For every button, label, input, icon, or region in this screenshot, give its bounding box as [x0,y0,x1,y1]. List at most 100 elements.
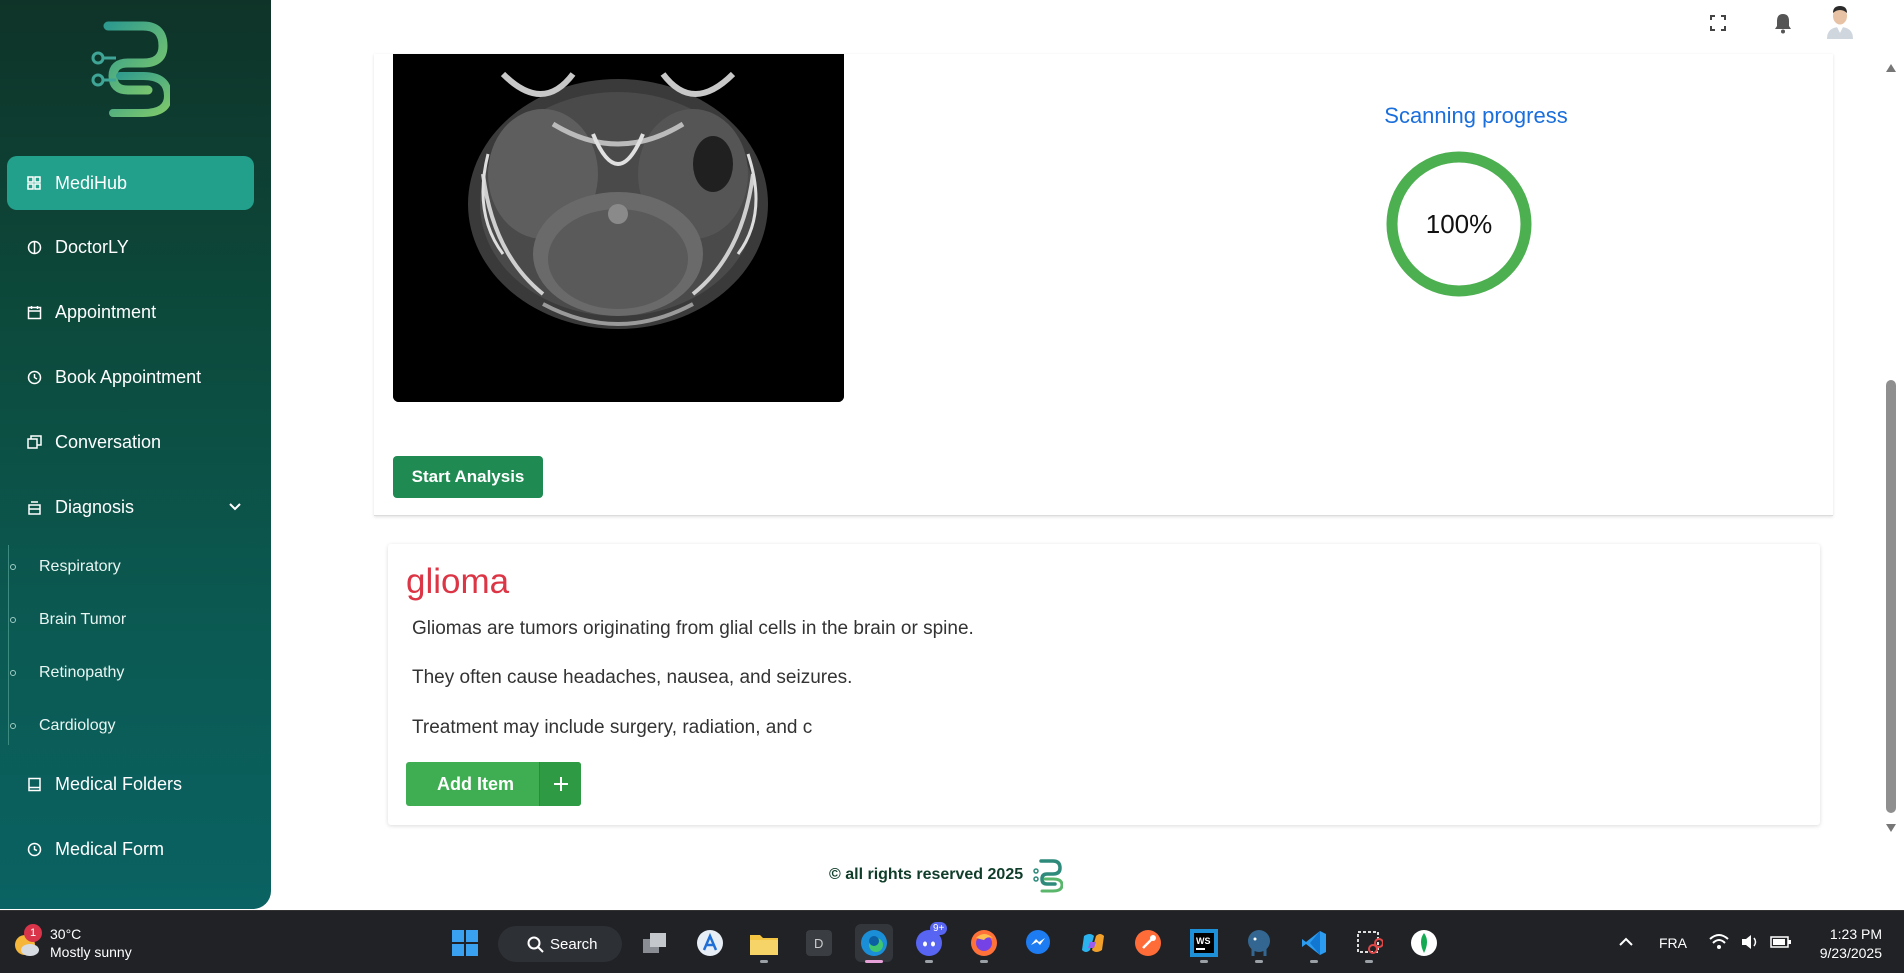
progress-value: 100% [1425,208,1493,239]
postman-icon[interactable] [1129,924,1167,962]
sidebar-subitem-label: Respiratory [39,558,121,575]
sidebar-item-diagnosis[interactable]: Diagnosis [7,480,254,534]
clock-icon [25,368,43,386]
sidebar-item-medihub[interactable]: MediHub [7,156,254,210]
language-indicator[interactable]: FRA [1659,935,1687,951]
sidebar-item-label: Appointment [55,301,157,322]
mri-image [393,54,844,402]
sidebar-item-label: Diagnosis [55,496,135,517]
volume-icon[interactable] [1740,933,1760,951]
running-indicator [1365,960,1373,963]
postgresql-icon[interactable] [1240,924,1278,963]
chat-icon [25,433,43,451]
brain-icon [25,238,43,256]
sidebar-item-medical-form[interactable]: Medical Form [7,822,254,876]
plus-icon [539,762,581,806]
bullet-icon [10,564,16,570]
snipping-tool-icon[interactable] [1350,924,1388,963]
app-logo [91,21,170,117]
scroll-thumb[interactable] [1886,380,1896,813]
taskbar-search[interactable]: Search [498,926,622,962]
search-icon [527,936,544,953]
taskbar: 1 30°C Mostly sunny Search D 9+ WS FRA 1… [0,910,1904,973]
start-button[interactable] [446,924,484,962]
sidebar-item-book-appointment[interactable]: Book Appointment [7,350,254,404]
clock[interactable]: 1:23 PM 9/23/2025 [1800,925,1882,963]
weather-temp: 30°C [50,926,82,942]
search-label: Search [550,935,598,953]
chevron-up-icon[interactable] [1618,935,1634,949]
add-item-label: Add Item [436,773,514,794]
weather-widget[interactable]: 1 30°C Mostly sunny [12,924,132,961]
sidebar-subitem-respiratory[interactable]: Respiratory [7,547,247,587]
top-bar [271,0,1904,54]
dev-app-icon[interactable]: D [800,924,838,962]
diagnosis-line: Gliomas are tumors originating from glia… [412,618,974,639]
sidebar: MediHub DoctorLY Appointment Book Appoin… [0,0,271,909]
sidebar-subitem-cardiology[interactable]: Cardiology [7,706,247,746]
file-explorer-icon[interactable] [745,924,783,963]
calendar-icon [25,303,43,321]
grid-icon [25,174,43,192]
sun-icon: 1 [12,924,42,958]
sidebar-item-label: Medical Form [55,838,165,859]
sidebar-subitem-brain-tumor[interactable]: Brain Tumor [7,600,247,640]
diagnosis-title: glioma [406,562,510,601]
webstorm-icon[interactable]: WS [1185,924,1223,963]
running-indicator [760,960,768,963]
sidebar-subitem-label: Brain Tumor [39,611,127,628]
svg-text:D: D [814,936,823,951]
scroll-down-icon[interactable] [1885,823,1897,833]
messenger-icon[interactable] [1019,924,1057,962]
bullet-icon [10,670,16,676]
sidebar-item-medical-folders[interactable]: Medical Folders [7,757,254,811]
bullet-icon [10,723,16,729]
footer: © all rights reserved 2025 [829,857,1064,893]
start-analysis-button[interactable]: Start Analysis [393,456,543,498]
sidebar-item-label: DoctorLY [55,236,129,257]
task-view-icon[interactable] [636,924,674,962]
running-indicator [1200,960,1208,963]
discord-icon[interactable]: 9+ [910,922,948,963]
add-item-button[interactable]: Add Item [406,762,581,806]
mongodb-icon[interactable] [1405,924,1443,962]
diagnosis-line: Treatment may include surgery, radiation… [412,717,813,738]
sidebar-subitem-label: Retinopathy [39,664,125,681]
bullet-icon [10,617,16,623]
running-indicator [1310,960,1318,963]
sidebar-item-doctorly[interactable]: DoctorLY [7,220,254,274]
sidebar-item-label: Book Appointment [55,366,202,387]
sidebar-item-label: Medical Folders [55,773,183,794]
footer-logo [1033,859,1064,893]
scrollbar[interactable] [1880,54,1904,910]
app-store-icon[interactable] [691,924,729,962]
vscode-icon[interactable] [1295,924,1333,963]
copilot-icon[interactable] [1074,924,1112,962]
scroll-up-icon[interactable] [1885,63,1897,73]
edge-icon[interactable] [855,924,893,963]
running-indicator [1255,960,1263,963]
diagnosis-result-card: glioma Gliomas are tumors originating fr… [388,544,1820,825]
sidebar-item-label: MediHub [55,172,128,193]
active-indicator [865,960,883,963]
avatar[interactable] [1822,2,1858,40]
fullscreen-icon[interactable] [1703,8,1733,38]
wifi-icon[interactable] [1709,933,1729,951]
sidebar-item-conversation[interactable]: Conversation [7,415,254,469]
lab-icon [25,498,43,516]
bell-icon[interactable] [1768,8,1798,38]
clock-time: 1:23 PM [1829,926,1882,942]
sidebar-item-appointment[interactable]: Appointment [7,285,254,339]
running-indicator [980,960,988,963]
firefox-icon[interactable] [965,924,1003,963]
history-icon [25,840,43,858]
battery-icon[interactable] [1770,933,1792,951]
book-icon [25,775,43,793]
sidebar-subitem-retinopathy[interactable]: Retinopathy [7,653,247,693]
sidebar-subitem-label: Cardiology [39,717,116,734]
running-indicator [925,960,933,963]
sidebar-item-label: Conversation [55,431,162,452]
svg-text:WS: WS [1196,936,1211,946]
discord-badge: 9+ [930,922,948,935]
weather-desc: Mostly sunny [50,944,132,960]
